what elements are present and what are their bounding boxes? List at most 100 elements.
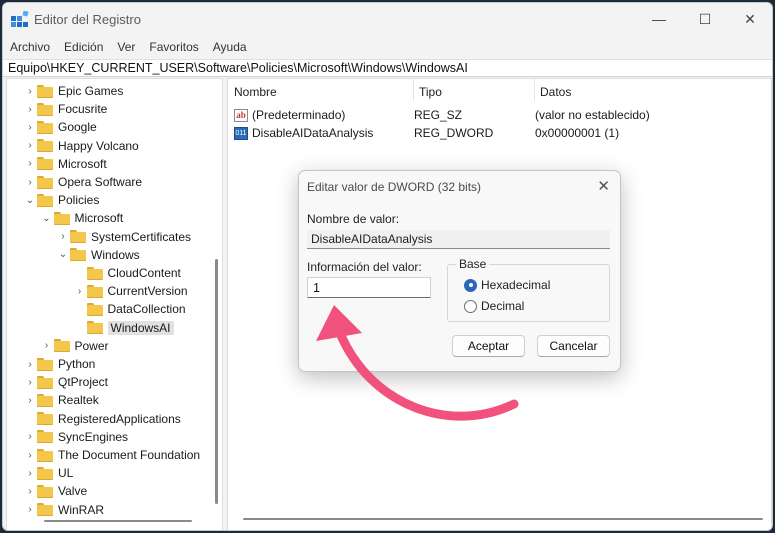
column-header-name[interactable]: Nombre <box>234 85 277 99</box>
chevron-right-icon[interactable]: › <box>23 468 37 479</box>
folder-icon <box>37 393 53 407</box>
chevron-right-icon[interactable]: › <box>23 450 37 461</box>
folder-icon <box>37 357 53 371</box>
dialog-close-button[interactable]: ✕ <box>597 177 610 195</box>
chevron-down-icon[interactable]: ⌄ <box>23 195 37 206</box>
tree-item[interactable]: › Realtek <box>23 391 99 409</box>
tree-item[interactable]: › CurrentVersion <box>73 282 188 300</box>
tree-item[interactable]: WindowsAI <box>73 319 174 337</box>
tree-item[interactable]: ⌄ Microsoft <box>40 209 123 227</box>
folder-icon <box>86 266 103 280</box>
column-divider[interactable] <box>534 79 535 101</box>
column-header-type[interactable]: Tipo <box>419 85 442 99</box>
chevron-right-icon[interactable]: › <box>23 86 37 97</box>
folder-icon <box>37 503 53 517</box>
value-data-label: Información del valor: <box>307 260 422 274</box>
tree-item[interactable]: RegisteredApplications <box>23 410 181 428</box>
list-horizontal-scrollbar[interactable] <box>243 518 763 520</box>
folder-icon <box>37 120 53 134</box>
value-name-label: Nombre de valor: <box>307 212 400 226</box>
value-name: (Predeterminado) <box>252 108 346 122</box>
tree-item[interactable]: › Happy Volcano <box>23 137 138 155</box>
tree-item-label: DataCollection <box>107 302 186 317</box>
tree-item[interactable]: ⌄ Policies <box>23 191 100 209</box>
chevron-right-icon[interactable]: › <box>23 359 37 370</box>
chevron-right-icon[interactable]: › <box>23 486 37 497</box>
accept-button[interactable]: Aceptar <box>452 335 525 357</box>
chevron-right-icon[interactable]: › <box>23 177 37 188</box>
tree-item[interactable]: ⌄ Windows <box>56 246 140 264</box>
chevron-down-icon[interactable]: ⌄ <box>56 249 70 260</box>
tree-horizontal-scrollbar[interactable] <box>44 520 192 522</box>
menu-ver[interactable]: Ver <box>110 37 142 57</box>
chevron-right-icon[interactable]: › <box>40 340 54 351</box>
tree-item[interactable]: › The Document Foundation <box>23 446 200 464</box>
dialog-title: Editar valor de DWORD (32 bits) <box>307 180 482 194</box>
chevron-right-icon[interactable]: › <box>23 122 37 133</box>
folder-icon <box>70 248 86 262</box>
value-row[interactable]: 011 DisableAIDataAnalysis REG_DWORD 0x00… <box>234 124 619 142</box>
menu-archivo[interactable]: Archivo <box>3 37 57 57</box>
tree-item[interactable]: › Focusrite <box>23 100 107 118</box>
tree-item-label: SyncEngines <box>58 429 129 444</box>
chevron-right-icon[interactable]: › <box>23 104 37 115</box>
chevron-right-icon[interactable]: › <box>23 395 37 406</box>
tree-item[interactable]: DataCollection <box>73 300 186 318</box>
tree-item-label: Power <box>74 338 109 353</box>
tree-item[interactable]: › Microsoft <box>23 155 106 173</box>
tree-item[interactable]: › Python <box>23 355 95 373</box>
tree-item[interactable]: › Epic Games <box>23 82 123 100</box>
tree-item-label: Realtek <box>58 393 99 408</box>
folder-icon <box>53 339 70 353</box>
tree-item[interactable]: › SystemCertificates <box>56 228 191 246</box>
tree-item-label: WindowsAI <box>107 320 174 335</box>
minimize-button[interactable]: — <box>636 3 682 35</box>
chevron-right-icon[interactable]: › <box>23 158 37 169</box>
tree-item[interactable]: › Power <box>40 337 109 355</box>
folder-icon <box>37 484 53 498</box>
chevron-right-icon[interactable]: › <box>23 377 37 388</box>
chevron-right-icon[interactable]: › <box>73 286 87 297</box>
folder-icon <box>37 466 53 480</box>
menu-ayuda[interactable]: Ayuda <box>206 37 254 57</box>
folder-icon <box>37 139 53 153</box>
tree-item-label: Policies <box>58 193 100 208</box>
value-row[interactable]: ab (Predeterminado) REG_SZ (valor no est… <box>234 106 650 124</box>
close-button[interactable]: ✕ <box>727 3 772 35</box>
value-data-input[interactable]: 1 <box>307 277 431 298</box>
tree-item[interactable]: › SyncEngines <box>23 428 128 446</box>
tree-item[interactable]: › Valve <box>23 482 87 500</box>
tree-item[interactable]: › UL <box>23 464 73 482</box>
cancel-button[interactable]: Cancelar <box>537 335 610 357</box>
chevron-down-icon[interactable]: ⌄ <box>40 213 54 224</box>
tree-item-label: RegisteredApplications <box>58 411 181 426</box>
column-header-data[interactable]: Datos <box>540 85 571 99</box>
menu-edicion[interactable]: Edición <box>57 37 110 57</box>
chevron-right-icon[interactable]: › <box>23 431 37 442</box>
chevron-right-icon[interactable]: › <box>23 140 37 151</box>
tree-vertical-scrollbar[interactable] <box>215 259 218 504</box>
radio-decimal[interactable]: Decimal <box>464 299 524 313</box>
value-data: (valor no establecido) <box>535 108 650 122</box>
chevron-right-icon[interactable]: › <box>56 231 70 242</box>
folder-icon <box>37 448 53 462</box>
folder-icon <box>86 321 103 335</box>
radio-selected-icon[interactable] <box>464 278 477 292</box>
tree-item[interactable]: › QtProject <box>23 373 108 391</box>
address-bar[interactable]: Equipo\HKEY_CURRENT_USER\Software\Polici… <box>3 59 772 77</box>
column-divider[interactable] <box>413 79 414 101</box>
base-group: Base Hexadecimal Decimal <box>447 257 610 322</box>
edit-dword-dialog: Editar valor de DWORD (32 bits) ✕ Nombre… <box>298 170 621 372</box>
tree-item[interactable]: › Opera Software <box>23 173 142 191</box>
tree-item[interactable]: › Google <box>23 118 96 136</box>
tree-item[interactable]: › WinRAR <box>23 501 104 519</box>
chevron-right-icon[interactable]: › <box>23 504 37 515</box>
tree-item-label: Windows <box>91 247 140 262</box>
maximize-button[interactable]: ☐ <box>682 3 728 35</box>
radio-unselected-icon[interactable] <box>464 299 477 313</box>
tree-item[interactable]: CloudContent <box>73 264 181 282</box>
folder-icon <box>37 193 53 207</box>
radio-hexadecimal[interactable]: Hexadecimal <box>464 278 550 292</box>
menu-favoritos[interactable]: Favoritos <box>142 37 205 57</box>
radio-label: Hexadecimal <box>481 278 551 292</box>
